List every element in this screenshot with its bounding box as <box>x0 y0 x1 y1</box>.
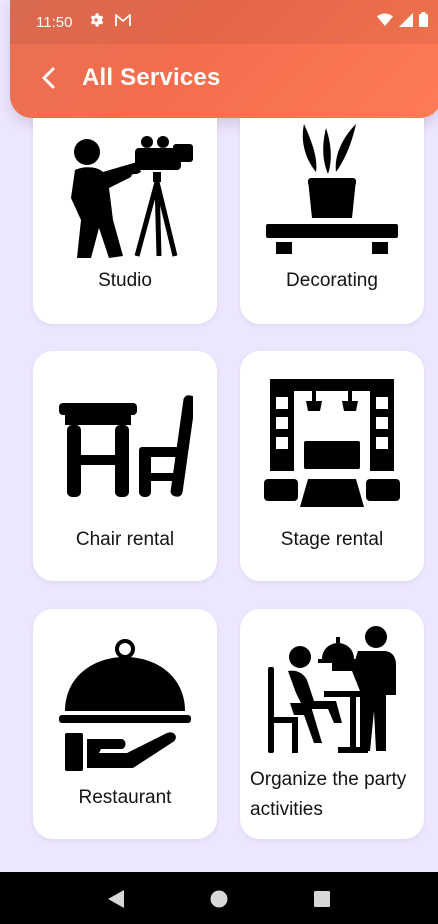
battery-icon <box>419 12 428 27</box>
signal-icon <box>399 12 413 27</box>
service-label-studio: Studio <box>98 270 152 291</box>
wifi-icon <box>377 13 393 27</box>
system-nav-bar <box>0 872 438 924</box>
cloche-icon <box>57 635 193 775</box>
home-circle-icon <box>210 890 228 908</box>
plant-shelf-icon <box>264 124 400 254</box>
service-label-chair-rental: Chair rental <box>75 529 175 550</box>
nav-home-button[interactable] <box>208 888 230 910</box>
nav-recents-button[interactable] <box>311 888 333 910</box>
page-title: All Services <box>82 64 221 91</box>
service-card-decorating[interactable]: Decorating <box>240 118 424 324</box>
settings-icon <box>88 12 104 28</box>
status-right-icons <box>377 12 428 27</box>
status-left-icons <box>88 12 132 28</box>
service-card-stage-rental[interactable]: Stage rental <box>240 351 424 581</box>
service-label-stage-rental: Stage rental <box>280 529 384 550</box>
chevron-left-icon <box>40 66 56 90</box>
service-label-party-activities: Organize the party activities <box>250 769 407 820</box>
back-triangle-icon <box>108 890 124 908</box>
service-card-restaurant[interactable]: Restaurant <box>33 609 217 839</box>
table-chair-icon <box>57 381 193 499</box>
stage-icon <box>264 379 400 511</box>
services-grid: Studio Decorating Chair rental Stage ren… <box>0 118 438 872</box>
service-label-restaurant: Restaurant <box>78 787 172 808</box>
videographer-icon <box>63 128 193 258</box>
gmail-icon <box>114 13 132 27</box>
service-label-decorating: Decorating <box>286 270 378 291</box>
service-card-party-activities[interactable]: Organize the party activities <box>240 609 424 839</box>
status-time: 11:50 <box>36 14 73 31</box>
service-card-studio[interactable]: Studio <box>33 118 217 324</box>
nav-back-button[interactable] <box>105 888 127 910</box>
status-bar: 11:50 <box>10 0 438 44</box>
waiter-icon <box>264 621 400 755</box>
service-card-chair-rental[interactable]: Chair rental <box>33 351 217 581</box>
recents-square-icon <box>314 891 330 907</box>
back-button[interactable] <box>28 58 68 98</box>
title-bar: All Services <box>10 48 438 118</box>
app-bar: 11:50 All Services <box>10 0 438 118</box>
